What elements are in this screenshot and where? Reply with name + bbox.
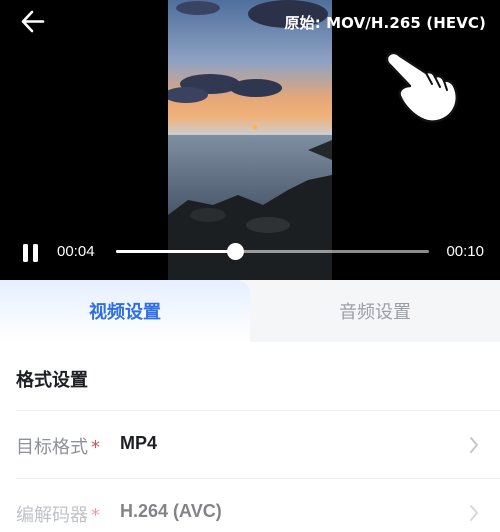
tab-audio-settings[interactable]: 音频设置 [250,280,500,342]
required-mark: * [91,505,100,526]
video-player[interactable]: 原始: MOV/H.265 (HEVC) 00:04 00:10 [0,0,500,280]
target-format-label: 目标格式 * [16,437,100,458]
total-time: 00:10 [446,243,484,260]
playback-controls: 00:04 00:10 [0,236,500,268]
seek-bar[interactable] [116,243,429,260]
required-mark: * [91,437,100,458]
source-format-label: 原始: MOV/H.265 (HEVC) [284,14,486,32]
target-format-row[interactable]: 目标格式 * MP4 [0,412,500,478]
back-button[interactable] [18,8,46,36]
current-time: 00:04 [57,243,95,260]
codec-value: H.264 (AVC) [120,501,222,521]
pause-icon [23,244,28,262]
tab-video-settings[interactable]: 视频设置 [0,280,250,342]
pause-button[interactable] [22,244,40,262]
divider [16,478,500,479]
chevron-right-icon [470,505,478,521]
target-format-value: MP4 [120,433,158,453]
settings-tabs: 视频设置 音频设置 [0,280,500,342]
seek-bar-thumb[interactable] [226,243,244,260]
divider [16,410,500,411]
codec-label: 编解码器 * [16,505,100,526]
tap-hand-icon [380,46,462,128]
section-title: 格式设置 [16,370,88,391]
seek-bar-progress [116,250,235,253]
back-arrow-icon [21,10,45,33]
chevron-right-icon [470,437,478,453]
codec-row[interactable]: 编解码器 * H.264 (AVC) [0,480,500,532]
